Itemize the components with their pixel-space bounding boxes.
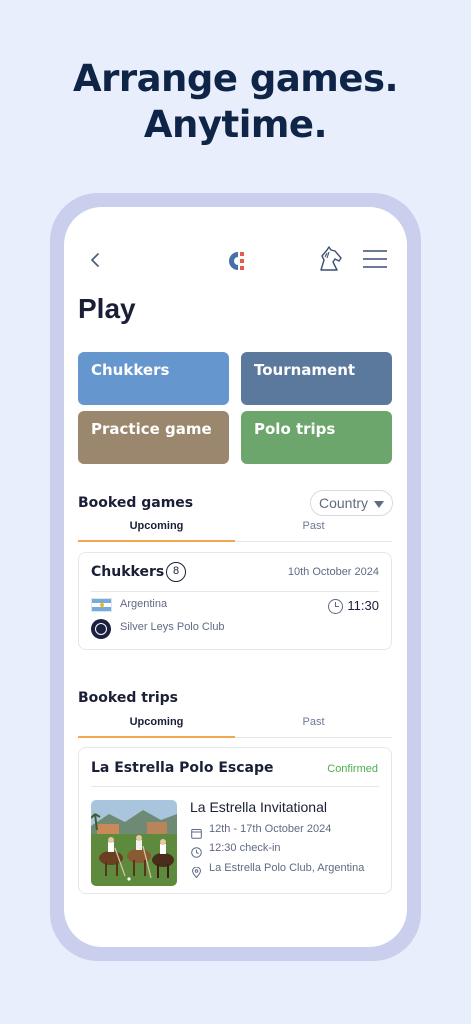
- booked-trips-tabs: Upcoming Past: [78, 716, 392, 738]
- tab-past-games[interactable]: Past: [235, 520, 392, 542]
- chukkers-tile[interactable]: Chukkers: [78, 352, 229, 405]
- game-name: Chukkers: [91, 564, 165, 580]
- game-date: 10th October 2024: [287, 566, 379, 578]
- clock-icon: [328, 599, 343, 614]
- booked-game-card[interactable]: Chukkers 8 10th October 2024 Argentina 1…: [78, 552, 392, 650]
- tournament-tile[interactable]: Tournament: [241, 352, 392, 405]
- booked-trips-title: Booked trips: [78, 690, 178, 706]
- calendar-icon: [191, 829, 202, 839]
- game-country: Argentina: [120, 598, 168, 610]
- booked-trip-card[interactable]: La Estrella Polo Escape Confirmed La Est…: [78, 747, 392, 894]
- clock-icon: [191, 847, 202, 858]
- page-title: Play: [78, 293, 136, 324]
- tab-past-trips[interactable]: Past: [235, 716, 392, 738]
- chevron-down-icon: [374, 501, 384, 508]
- club-crest-icon: [91, 619, 111, 639]
- status-badge: Confirmed: [327, 763, 378, 775]
- hamburger-menu-icon[interactable]: [362, 248, 388, 270]
- headline-line-2: Anytime.: [143, 103, 328, 146]
- trip-event-name: La Estrella Invitational: [190, 799, 327, 815]
- tab-upcoming-trips[interactable]: Upcoming: [78, 716, 235, 738]
- argentina-flag-icon: [91, 598, 112, 612]
- game-club: Silver Leys Polo Club: [120, 621, 225, 633]
- card-divider: [91, 591, 379, 592]
- headline: Arrange games. Anytime.: [0, 56, 471, 148]
- booked-games-tabs: Upcoming Past: [78, 520, 392, 542]
- back-button[interactable]: [86, 247, 106, 273]
- trip-dates: 12th - 17th October 2024: [209, 823, 332, 835]
- country-filter-label: Country: [319, 495, 369, 511]
- top-bar: [64, 245, 407, 275]
- player-count-badge: 8: [166, 562, 186, 582]
- chevron-left-icon: [91, 253, 99, 267]
- tab-upcoming-games[interactable]: Upcoming: [78, 520, 235, 542]
- game-time: 11:30: [347, 598, 379, 613]
- trip-checkin: 12:30 check-in: [209, 842, 281, 854]
- club-logo-icon: [224, 249, 248, 273]
- practice-game-tile[interactable]: Practice game: [78, 411, 229, 464]
- trip-name: La Estrella Polo Escape: [91, 760, 274, 776]
- headline-line-1: Arrange games.: [72, 57, 399, 100]
- trip-location: La Estrella Polo Club, Argentina: [209, 862, 365, 874]
- location-pin-icon: [191, 867, 202, 878]
- polo-trips-tile[interactable]: Polo trips: [241, 411, 392, 464]
- country-filter-dropdown[interactable]: Country: [310, 490, 393, 516]
- card-divider: [91, 786, 379, 787]
- horse-head-icon[interactable]: [316, 245, 344, 273]
- polo-match-image: [91, 800, 177, 886]
- app-screen: Play Chukkers Tournament Practice game P…: [64, 207, 407, 947]
- booked-games-title: Booked games: [78, 495, 194, 511]
